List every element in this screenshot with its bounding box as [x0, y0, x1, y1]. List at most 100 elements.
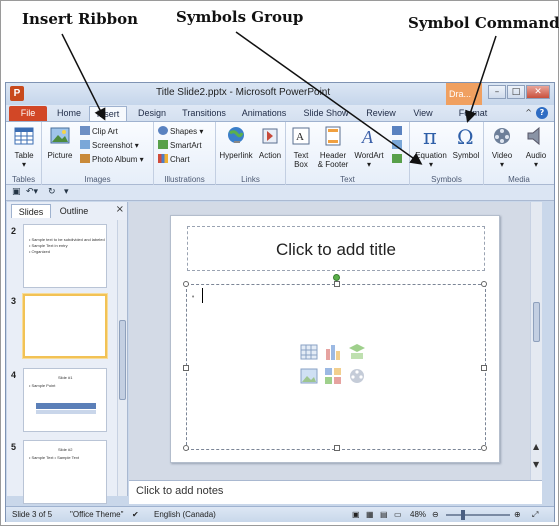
language-indicator[interactable]: English (Canada)	[154, 510, 216, 519]
minimize-ribbon-icon[interactable]: ^	[525, 108, 532, 117]
tab-review[interactable]: Review	[361, 106, 401, 121]
resize-handle[interactable]	[481, 281, 487, 287]
tab-slide-show[interactable]: Slide Show	[298, 106, 354, 121]
drawing-tools-tab[interactable]: Dra...	[446, 83, 482, 105]
header-footer-button[interactable]: Header & Footer	[316, 125, 350, 169]
resize-handle[interactable]	[334, 281, 340, 287]
previous-slide-icon[interactable]: ▲	[533, 442, 539, 451]
title-placeholder[interactable]: Click to add title	[187, 226, 485, 271]
zoom-out-icon[interactable]: ⊖	[432, 510, 439, 519]
header-footer-icon	[325, 126, 341, 146]
quick-access-toolbar: ▣ ↶▾ ↻ ▾	[6, 185, 554, 201]
customize-qat-icon[interactable]: ▾	[64, 187, 69, 197]
hyperlink-button[interactable]: Hyperlink	[218, 125, 254, 160]
resize-handle[interactable]	[183, 445, 189, 451]
smartart-button[interactable]: SmartArt	[158, 140, 202, 151]
help-icon[interactable]: ?	[536, 107, 548, 119]
tab-home[interactable]: Home	[52, 106, 86, 121]
tab-design[interactable]: Design	[132, 106, 172, 121]
close-pane-icon[interactable]: ×	[116, 204, 124, 215]
view-reading-icon[interactable]: ▤	[380, 510, 388, 519]
zoom-level[interactable]: 48%	[410, 510, 426, 519]
slide-thumbnail-3[interactable]	[23, 294, 107, 358]
tab-slides[interactable]: Slides	[11, 204, 51, 218]
resize-handle[interactable]	[183, 281, 189, 287]
video-button[interactable]: Video ▾	[486, 125, 518, 169]
powerpoint-logo-icon[interactable]: P	[10, 86, 24, 101]
wordart-button[interactable]: A WordArt ▾	[352, 125, 386, 169]
close-icon[interactable]: ✕	[526, 85, 550, 99]
zoom-slider-thumb[interactable]	[461, 510, 465, 520]
tab-file[interactable]: File	[9, 106, 47, 121]
omega-icon: Ω	[457, 125, 474, 149]
slide-area-scrollbar[interactable]: ▲ ▼	[530, 202, 542, 480]
audio-button[interactable]: Audio ▾	[520, 125, 552, 169]
symbol-button[interactable]: Ω Symbol	[450, 125, 482, 160]
tab-outline[interactable]: Outline	[53, 204, 95, 218]
slide-thumbnail-2[interactable]: • Sample text to be subdivided and label…	[23, 224, 107, 288]
zoom-in-icon[interactable]: ⊕	[514, 510, 521, 519]
redo-icon[interactable]: ↻	[48, 187, 56, 197]
insert-picture-icon[interactable]	[300, 367, 318, 385]
zoom-slider[interactable]	[446, 514, 510, 516]
slides-pane-scrollbar[interactable]	[117, 220, 127, 496]
table-button[interactable]: Table ▾	[10, 125, 38, 169]
insert-clip-art-icon[interactable]	[324, 367, 342, 385]
insert-ribbon: Table ▾ Tables Picture Clip Art Screensho…	[6, 121, 554, 185]
insert-table-icon[interactable]	[300, 343, 318, 361]
shapes-icon	[158, 126, 168, 135]
group-text: A Text Box Header & Footer A WordArt ▾ Text	[286, 122, 410, 185]
smartart-icon	[158, 140, 168, 149]
screenshot-icon	[80, 140, 90, 149]
date-time-icon	[392, 126, 402, 135]
insert-media-icon[interactable]	[348, 367, 366, 385]
group-label-tables: Tables	[11, 175, 36, 184]
action-button[interactable]: Action	[256, 125, 284, 160]
rotation-handle[interactable]	[333, 274, 340, 281]
resize-handle[interactable]	[183, 365, 189, 371]
equation-button[interactable]: π Equation ▾	[412, 125, 450, 169]
text-box-button[interactable]: A Text Box	[288, 125, 314, 169]
resize-handle[interactable]	[334, 445, 340, 451]
ribbon-tabs: File Home Insert Design Transitions Anim…	[6, 105, 554, 121]
maximize-icon[interactable]: □	[507, 85, 525, 99]
slide-editing-area: Click to add title • ▲ ▼	[129, 202, 542, 480]
slide-number-button[interactable]	[392, 140, 404, 151]
object-button[interactable]	[392, 154, 404, 165]
notes-pane[interactable]: Click to add notes	[129, 480, 542, 504]
chart-button[interactable]: Chart	[158, 154, 190, 165]
tab-insert[interactable]: Insert	[89, 106, 127, 121]
minimize-icon[interactable]: –	[488, 85, 506, 99]
tab-animations[interactable]: Animations	[236, 106, 292, 121]
annotation-insert-ribbon: Insert Ribbon	[22, 10, 139, 28]
save-icon[interactable]: ▣	[12, 187, 21, 197]
view-slideshow-icon[interactable]: ▭	[394, 510, 402, 519]
table-icon	[14, 127, 34, 145]
thumbnail-number: 5	[11, 442, 17, 452]
tab-format[interactable]: Format	[452, 106, 494, 121]
view-normal-icon[interactable]: ▣	[352, 510, 360, 519]
date-time-button[interactable]	[392, 126, 404, 137]
view-sorter-icon[interactable]: ▦	[366, 510, 374, 519]
next-slide-icon[interactable]: ▼	[533, 460, 539, 469]
annotation-symbols-group: Symbols Group	[176, 8, 304, 26]
shapes-button[interactable]: Shapes ▾	[158, 126, 203, 137]
tab-view[interactable]: View	[406, 106, 440, 121]
photo-album-button[interactable]: Photo Album ▾	[80, 154, 144, 165]
undo-icon[interactable]: ↶▾	[26, 187, 38, 197]
slide-thumbnail-5[interactable]: Slide #2 • Sample Text • Sample Text	[23, 440, 107, 504]
bullet: •	[191, 293, 196, 301]
insert-smartart-icon[interactable]	[348, 343, 366, 361]
resize-handle[interactable]	[481, 445, 487, 451]
picture-button[interactable]: Picture	[46, 125, 74, 160]
fit-slide-icon[interactable]: ⤢	[532, 510, 538, 520]
resize-handle[interactable]	[481, 365, 487, 371]
spelling-check-icon[interactable]: ✔	[132, 510, 139, 519]
screenshot-button[interactable]: Screenshot ▾	[80, 140, 139, 151]
group-label-links: Links	[241, 175, 260, 184]
slide-thumbnail-4[interactable]: Slide #1 • Sample Point	[23, 368, 107, 432]
tab-transitions[interactable]: Transitions	[176, 106, 232, 121]
content-placeholder[interactable]: •	[183, 281, 487, 451]
insert-chart-icon[interactable]	[324, 343, 342, 361]
clip-art-button[interactable]: Clip Art	[80, 126, 118, 137]
